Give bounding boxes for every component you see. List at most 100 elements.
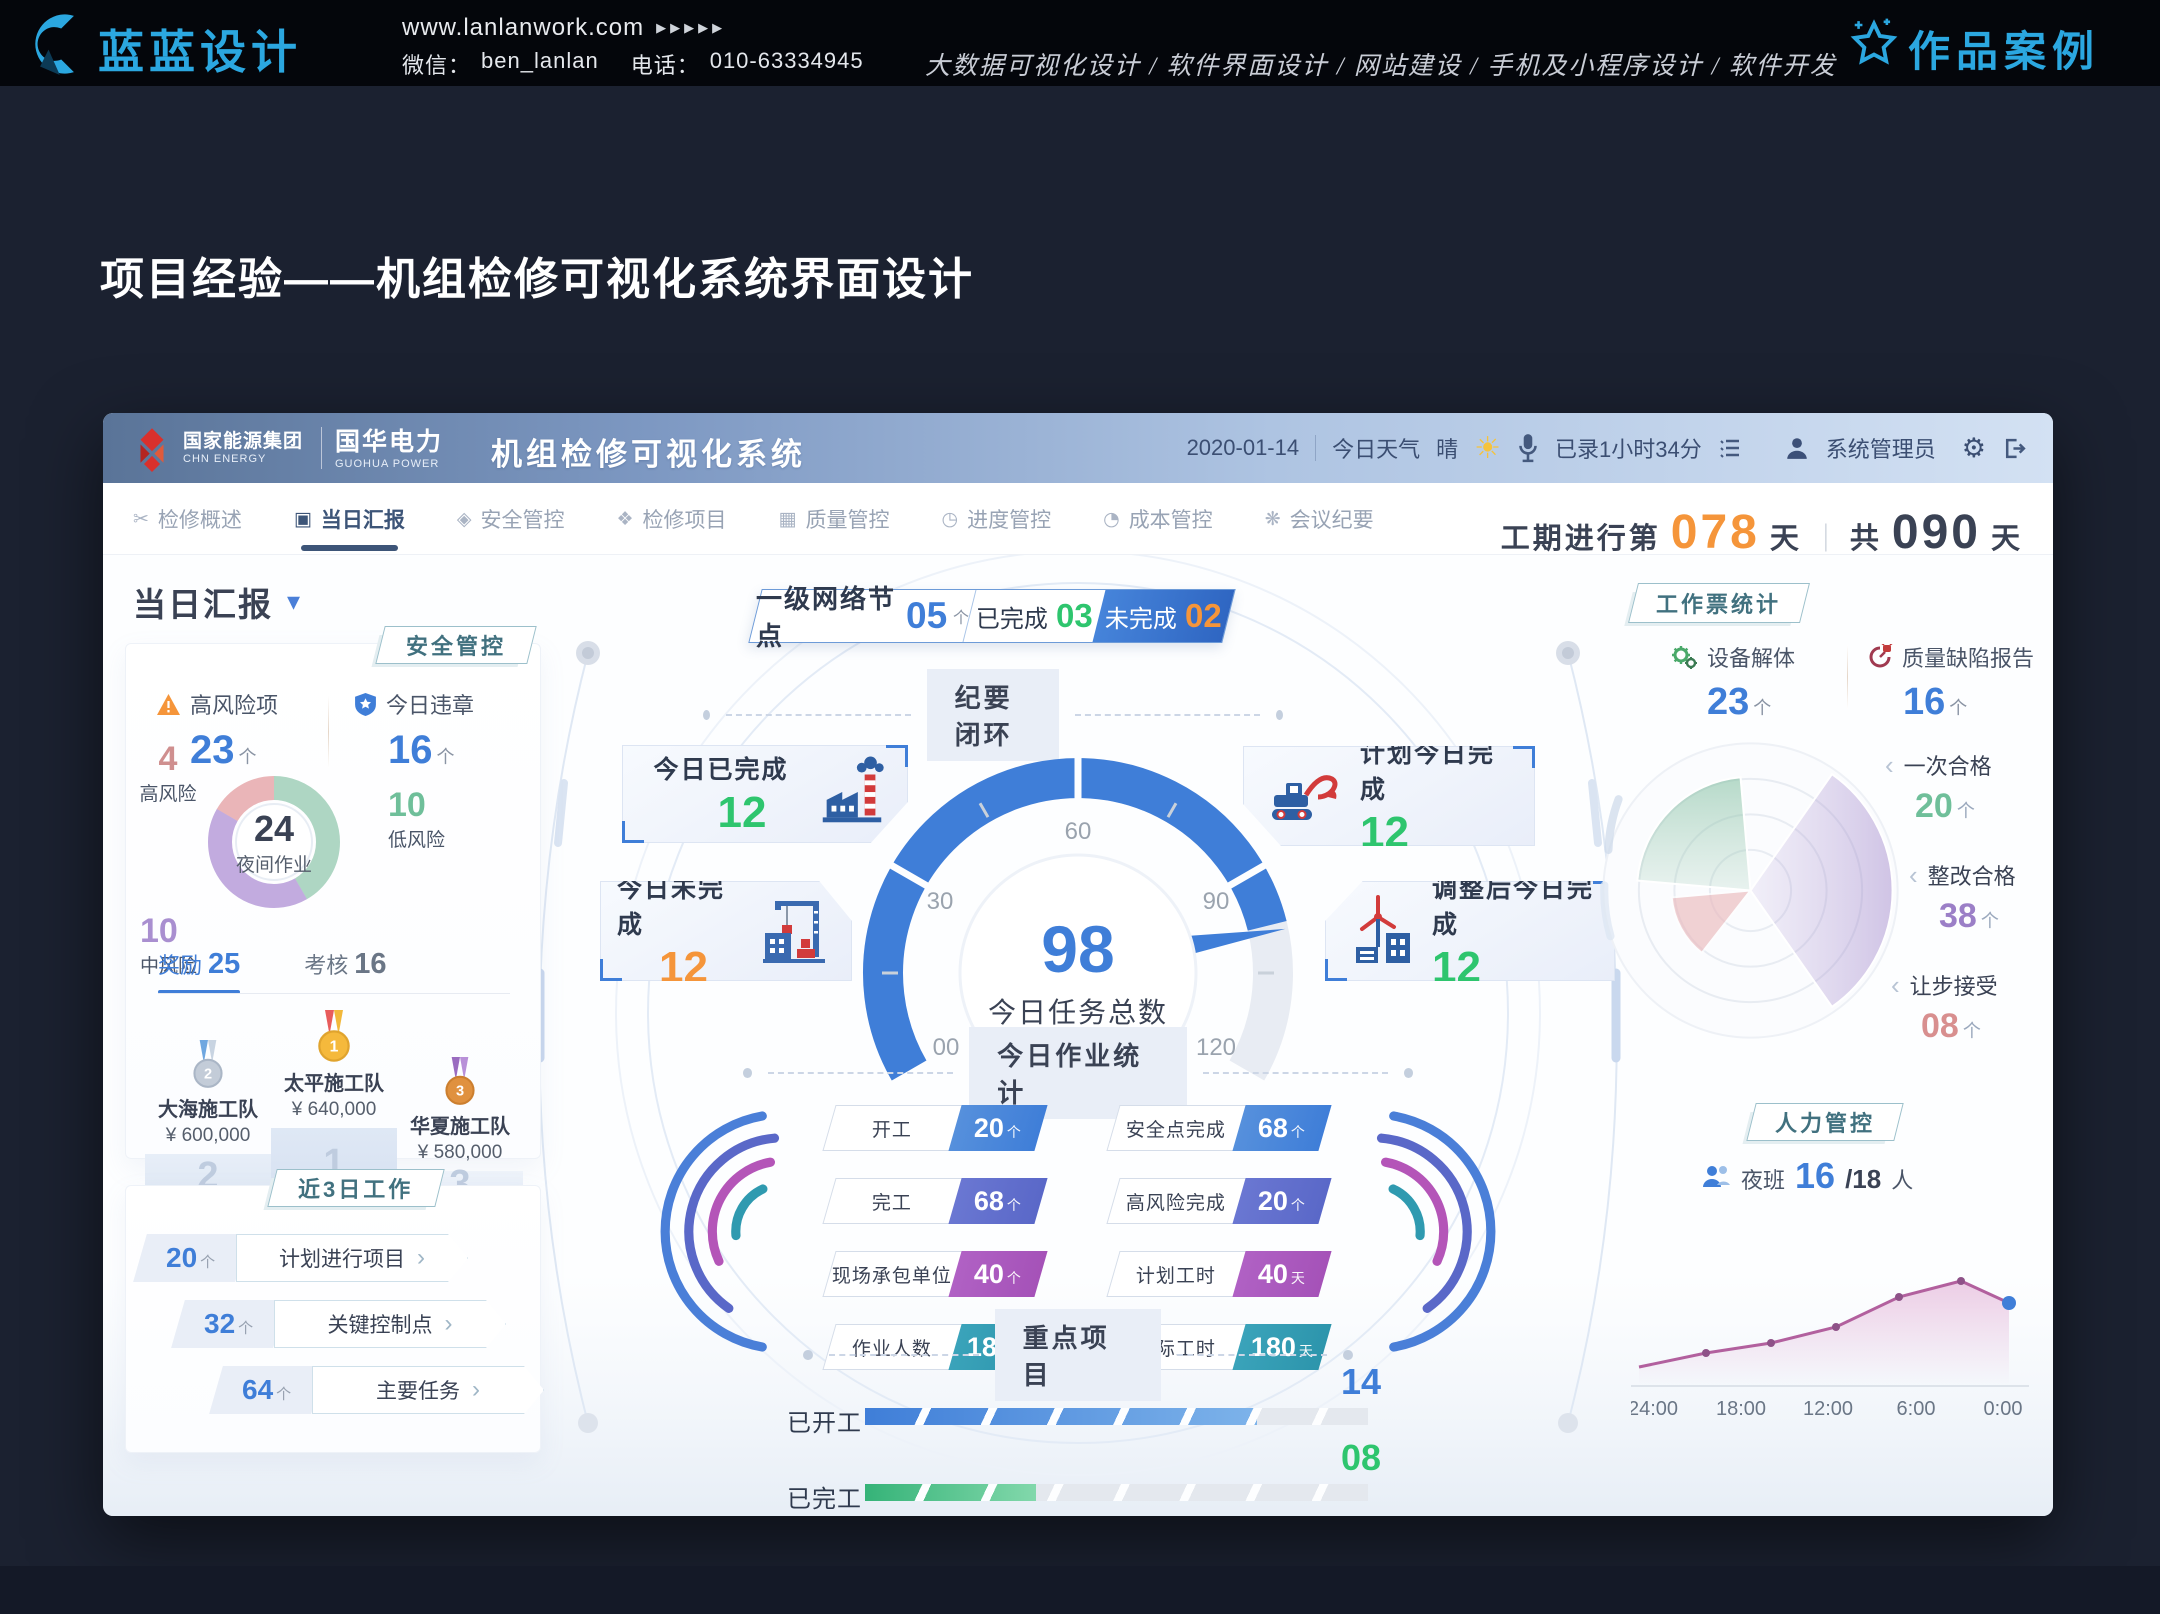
started-progress-bar (865, 1408, 1368, 1425)
today-completed-label: 今日已完成 (639, 750, 803, 786)
silver-medal-icon: 2 (189, 1040, 227, 1090)
stat-divider (1847, 645, 1848, 709)
portfolio-link[interactable]: 作品案例 (1908, 18, 2100, 79)
uncompleted-value: 02 (1185, 597, 1222, 635)
reward-label: 奖励 (158, 948, 202, 980)
first-pass-value: 20 (1915, 787, 1953, 826)
tab-daily-report[interactable]: ▣当日汇报 (294, 504, 405, 534)
page-title: 项目经验——机组检修可视化系统界面设计 (100, 243, 974, 307)
night-shift-line-chart: 24:00 18:00 12:00 6:00 0:00 (1631, 1205, 2029, 1427)
settings-gear-icon[interactable]: ⚙ (1962, 433, 1986, 464)
main-tasks-row[interactable]: 64个 主要任务› (216, 1366, 544, 1414)
manpower-badge: 人力管控 (1746, 1103, 1903, 1141)
duration-days: 078 (1671, 505, 1760, 560)
line-dot (1343, 1350, 1353, 1360)
violation-stat: 今日违章 16个 (354, 688, 474, 773)
duration-unit: 天 (1770, 515, 1802, 557)
main-tasks-label: 主要任务› (312, 1366, 544, 1414)
username[interactable]: 系统管理员 (1826, 432, 1936, 464)
crane-icon (755, 890, 835, 972)
dashed-line (768, 1072, 953, 1074)
night-shift-current: 16 (1795, 1155, 1835, 1197)
tab-reward[interactable]: 奖励 25 (158, 948, 240, 981)
tab-assess[interactable]: 考核 16 (304, 948, 386, 981)
stat-bar-safety-points: 安全点完成 68个 (1106, 1105, 1331, 1151)
projects-icon: ❖ (617, 508, 634, 530)
weather-label: 今日天气 (1332, 432, 1420, 464)
high-risk-seg-label: 高风险 (130, 779, 206, 806)
dashed-line (1203, 1072, 1388, 1074)
dashed-line (1075, 714, 1260, 716)
completed-value: 03 (1056, 597, 1093, 635)
violation-unit: 个 (437, 743, 455, 769)
start-value: 20个 (974, 1113, 1021, 1144)
key-control-points-row[interactable]: 32个 关键控制点› (178, 1300, 506, 1348)
tab-label: 质量管控 (806, 504, 890, 534)
services-list: 大数据可视化设计 / 软件界面设计 / 网站建设 / 手机及小程序设计 / 软件… (925, 46, 1837, 82)
safety-icon: ◈ (457, 508, 472, 530)
tab-label: 检修概述 (158, 504, 242, 534)
started-label: 已开工 (787, 1403, 862, 1438)
concession-value: 08 (1921, 1007, 1959, 1046)
gears-icon (1671, 645, 1698, 670)
duration-divider: ｜ (1812, 517, 1840, 557)
corner-accent (1325, 959, 1347, 981)
site-logo[interactable] (28, 13, 86, 80)
dashed-line (829, 1354, 979, 1356)
finish-value: 68个 (974, 1186, 1021, 1217)
started-value: 14 (1311, 1361, 1381, 1403)
donut-label-high: 4 高风险 (130, 740, 206, 806)
safety-control-card: 安全管控 高风险项 23个 今日违章 16个 2 (125, 643, 541, 1159)
phone-value: 010-63334945 (710, 48, 864, 80)
org2-name-en: GUOHUA POWER (335, 458, 443, 470)
site-url[interactable]: www.lanlanwork.com (402, 14, 644, 42)
tab-cost[interactable]: ◔成本管控 (1103, 504, 1213, 534)
phone-label: 电话： (631, 48, 700, 80)
manpower-badge-label: 人力管控 (1775, 1106, 1875, 1138)
svg-text:90: 90 (1203, 888, 1230, 915)
chevron-right-icon: › (445, 1310, 453, 1338)
svg-text:30: 30 (927, 888, 954, 915)
site-logo-text[interactable]: 蓝蓝设计 (98, 16, 302, 82)
control-points-count: 32个 (171, 1300, 287, 1348)
logout-icon[interactable] (2002, 436, 2027, 461)
tab-progress[interactable]: ◷ 进度管控 (942, 504, 1052, 534)
tab-quality[interactable]: ▦ 质量管控 (779, 504, 890, 534)
work-arcs-right (1372, 1099, 1497, 1364)
svg-text:2: 2 (204, 1067, 212, 1083)
dashed-line (726, 714, 911, 716)
assess-label: 考核 (304, 948, 348, 980)
user-icon (1784, 435, 1810, 461)
quality-defect-label: 质量缺陷报告 (1902, 641, 2034, 673)
wind-turbine-icon (1342, 891, 1418, 971)
planned-projects-row[interactable]: 20个 计划进行项目› (140, 1234, 468, 1282)
completed-segment: 已完成 03 (962, 590, 1105, 642)
safety-points-value: 68个 (1258, 1113, 1305, 1144)
start-label: 开工 (872, 1115, 912, 1142)
recent-work-card: 近3日工作 20个 计划进行项目› 32个 关键控制点› 64个 主要任务› (125, 1185, 541, 1453)
uncompleted-segment: 未完成 02 (1092, 590, 1234, 642)
progress-icon: ◷ (942, 508, 959, 530)
shield-icon (354, 692, 377, 717)
bronze-medal-icon: 3 (441, 1057, 479, 1107)
first-pass-unit: 个 (1957, 797, 1975, 823)
tab-label: 进度管控 (967, 504, 1051, 534)
warning-icon (156, 693, 181, 716)
team-amount: ¥ 580,000 (418, 1142, 503, 1164)
list-icon[interactable] (1718, 436, 1742, 460)
finished-value: 08 (1311, 1437, 1381, 1479)
microphone-icon[interactable] (1517, 433, 1539, 463)
safety-badge-label: 安全管控 (406, 629, 506, 661)
tab-overview[interactable]: ✂检修概述 (133, 504, 242, 534)
tab-projects[interactable]: ❖检修项目 (617, 504, 727, 534)
finish-label: 完工 (872, 1188, 912, 1215)
quality-icon: ▦ (779, 508, 797, 530)
night-shift-total: /18 (1845, 1164, 1881, 1195)
org2-block: 国华电力 GUOHUA POWER (335, 422, 443, 470)
tab-safety[interactable]: ◈安全管控 (457, 504, 565, 534)
tab-meeting[interactable]: ❋会议纪要 (1265, 504, 1374, 534)
daily-report-dropdown[interactable]: 当日汇报 ▾ (133, 578, 300, 626)
date-value: 2020-01-14 (1187, 435, 1300, 461)
highrisk-done-label: 高风险完成 (1126, 1188, 1226, 1215)
svg-text:60: 60 (1065, 818, 1092, 845)
